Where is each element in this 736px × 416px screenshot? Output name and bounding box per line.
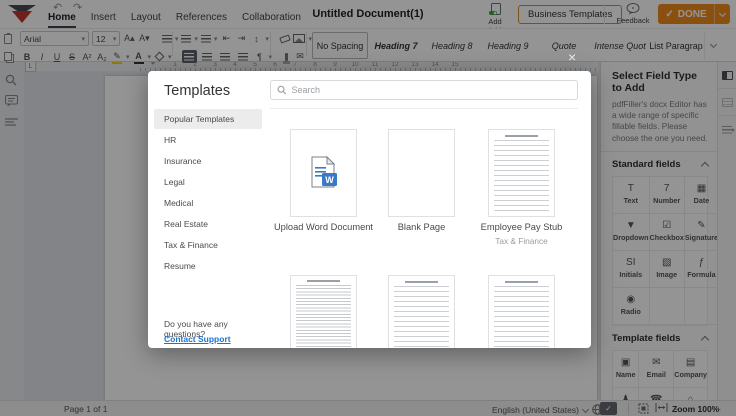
document-preview: [494, 286, 549, 348]
card-category: Tax & Finance: [468, 236, 575, 246]
template-card-employee-pay-stub[interactable]: [488, 129, 555, 217]
sidebar-item-hr[interactable]: HR: [154, 130, 262, 150]
template-card-blank-page[interactable]: [388, 129, 455, 217]
modal-title: Templates: [164, 83, 230, 99]
contact-support-link[interactable]: Contact Support: [164, 334, 231, 344]
word-document-icon: W: [309, 156, 339, 190]
template-card[interactable]: [388, 275, 455, 348]
word-w-glyph: W: [325, 175, 334, 185]
sidebar-item-popular-templates[interactable]: Popular Templates: [154, 109, 262, 129]
sidebar-item-tax-finance[interactable]: Tax & Finance: [154, 235, 262, 255]
docx-editor-app: ↶ ↷ Home Insert Layout References Collab…: [0, 0, 736, 416]
document-preview: [296, 285, 351, 348]
card-label: Employee Pay Stub Tax & Finance: [468, 222, 575, 246]
template-card[interactable]: [290, 275, 357, 348]
sidebar-item-resume[interactable]: Resume: [154, 256, 262, 276]
sidebar-item-insurance[interactable]: Insurance: [154, 151, 262, 171]
card-title: Employee Pay Stub: [481, 222, 563, 232]
card-label: Blank Page: [368, 222, 475, 234]
search-icon: [277, 85, 287, 95]
templates-sidebar: Templates Popular Templates HR Insurance…: [148, 71, 268, 348]
search-input[interactable]: [292, 85, 572, 95]
card-label: Upload Word Document: [270, 222, 377, 234]
close-icon[interactable]: ×: [568, 50, 576, 64]
sidebar-item-legal[interactable]: Legal: [154, 172, 262, 192]
document-preview: [394, 286, 449, 348]
template-card-upload-word[interactable]: W: [290, 129, 357, 217]
sidebar-item-real-estate[interactable]: Real Estate: [154, 214, 262, 234]
document-preview: [494, 140, 549, 211]
template-card[interactable]: [488, 275, 555, 348]
template-search-box[interactable]: [270, 80, 578, 100]
templates-modal: Templates Popular Templates HR Insurance…: [148, 71, 591, 348]
sidebar-item-medical[interactable]: Medical: [154, 193, 262, 213]
